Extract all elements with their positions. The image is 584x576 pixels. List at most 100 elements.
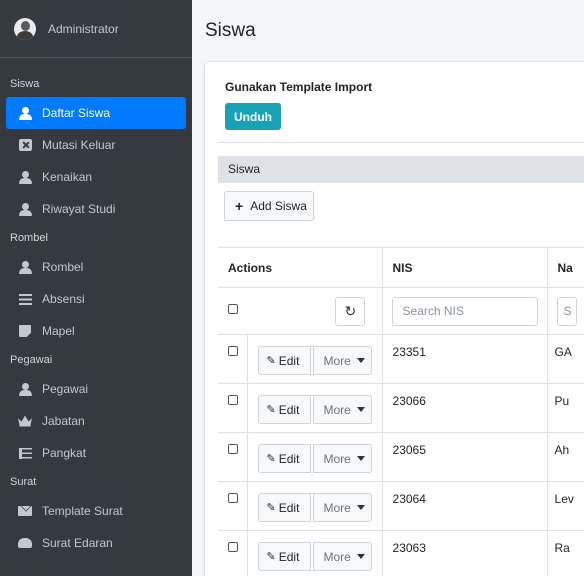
add-siswa-label: Add Siswa	[250, 199, 307, 213]
more-dropdown-button[interactable]: More	[312, 346, 372, 375]
edit-button[interactable]: ✎ Edit	[257, 395, 311, 424]
edit-button[interactable]: ✎ Edit	[257, 444, 311, 473]
user-icon	[18, 382, 32, 396]
sidebar-item-jabatan[interactable]: Jabatan	[6, 405, 186, 437]
search-nis-input[interactable]	[391, 296, 538, 326]
sidebar-item-pangkat[interactable]: Pangkat	[6, 437, 186, 469]
pencil-icon: ✎	[266, 453, 276, 465]
row-select-cell	[218, 383, 248, 433]
note-icon	[18, 324, 32, 338]
edit-label: Edit	[278, 549, 300, 564]
more-label: More	[323, 353, 351, 368]
sidebar-item-label: Absensi	[42, 292, 85, 306]
add-siswa-button[interactable]: + Add Siswa	[224, 191, 314, 221]
edit-label: Edit	[278, 451, 300, 466]
row-checkbox[interactable]	[228, 542, 238, 552]
more-label: More	[323, 500, 351, 515]
import-title: Gunakan Template Import	[225, 80, 373, 94]
cell-nama: Ah	[546, 432, 584, 482]
sidebar-item-daftar-siswa[interactable]: Daftar Siswa	[6, 97, 186, 129]
sidebar-item-rombel[interactable]: Rombel	[6, 251, 186, 283]
user-icon	[18, 202, 32, 216]
refresh-button[interactable]: ↻	[335, 296, 366, 326]
caret-down-icon	[356, 554, 365, 559]
sidebar-item-label: Surat Edaran	[42, 536, 113, 550]
more-label: More	[323, 402, 351, 417]
cell-nis: 23351	[381, 334, 548, 384]
filter-row: ↻	[218, 287, 584, 335]
column-header-actions: Actions	[218, 247, 383, 288]
sidebar-item-label: Kenaikan	[42, 170, 93, 184]
pencil-icon: ✎	[266, 355, 276, 367]
crown-icon	[18, 414, 32, 428]
row-select-cell	[218, 530, 248, 576]
sidebar-item-label: Pangkat	[42, 446, 87, 460]
user-icon	[18, 260, 32, 274]
more-label: More	[323, 549, 351, 564]
edit-label: Edit	[278, 353, 300, 368]
filter-nis-cell	[381, 287, 548, 335]
cell-nis: 23064	[381, 481, 548, 531]
filter-nama-cell	[546, 287, 584, 335]
table-row: ✎ Edit More 23065 Ah	[218, 432, 584, 482]
sidebar-item-label: Rombel	[42, 260, 84, 274]
cell-nis: 23066	[381, 383, 548, 433]
more-dropdown-button[interactable]: More	[312, 444, 372, 473]
row-checkbox[interactable]	[228, 444, 238, 454]
sidebar-item-mutasi-keluar[interactable]: Mutasi Keluar	[6, 129, 186, 161]
row-checkbox[interactable]	[228, 493, 238, 503]
avatar[interactable]	[14, 17, 36, 40]
row-select-cell	[218, 432, 248, 482]
more-dropdown-button[interactable]: More	[312, 395, 372, 424]
row-select-cell	[218, 481, 248, 531]
unduh-button[interactable]: Unduh	[225, 103, 281, 130]
more-label: More	[323, 451, 351, 466]
row-actions-cell: ✎ Edit More	[246, 432, 383, 482]
row-actions-cell: ✎ Edit More	[246, 530, 383, 576]
page-title: Siswa	[205, 20, 256, 41]
pencil-icon: ✎	[266, 551, 276, 563]
user-panel[interactable]: Administrator	[0, 0, 192, 58]
caret-down-icon	[356, 505, 365, 510]
cell-nama: Lev	[546, 481, 584, 531]
sidebar-item-absensi[interactable]: Absensi	[6, 283, 186, 315]
row-actions-cell: ✎ Edit More	[246, 481, 383, 531]
filter-actions-cell: ↻	[218, 287, 383, 335]
sidebar-item-label: Riwayat Studi	[42, 202, 116, 216]
user-name[interactable]: Administrator	[48, 22, 119, 36]
sidebar: Administrator Siswa Daftar Siswa Mutasi …	[0, 0, 192, 576]
divider	[218, 142, 584, 143]
sidebar-item-riwayat-studi[interactable]: Riwayat Studi	[6, 193, 186, 225]
tasks-icon	[18, 446, 32, 460]
sidebar-item-template-surat[interactable]: Template Surat	[6, 495, 186, 527]
edit-label: Edit	[278, 500, 300, 515]
column-header-nama[interactable]: Na	[546, 247, 584, 288]
row-checkbox[interactable]	[228, 346, 238, 356]
search-nama-input[interactable]	[556, 296, 577, 326]
edit-button[interactable]: ✎ Edit	[257, 493, 311, 522]
cloud-icon	[18, 536, 32, 550]
sidebar-item-pegawai[interactable]: Pegawai	[6, 373, 186, 405]
nav-header-pegawai: Pegawai	[10, 354, 53, 366]
edit-button[interactable]: ✎ Edit	[257, 346, 311, 375]
edit-button[interactable]: ✎ Edit	[257, 542, 311, 571]
list-icon	[18, 292, 32, 306]
column-header-nis[interactable]: NIS	[381, 247, 548, 288]
select-all-checkbox[interactable]	[228, 304, 238, 315]
sidebar-item-kenaikan[interactable]: Kenaikan	[6, 161, 186, 193]
table-row: ✎ Edit More 23066 Pu	[218, 383, 584, 433]
row-select-cell	[218, 334, 248, 384]
more-dropdown-button[interactable]: More	[312, 493, 372, 522]
table-row: ✎ Edit More 23063 Ra	[218, 530, 584, 576]
table-row: ✎ Edit More 23064 Lev	[218, 481, 584, 531]
cell-nama: Pu	[546, 383, 584, 433]
nav-header-siswa: Siswa	[10, 78, 40, 90]
more-dropdown-button[interactable]: More	[312, 542, 372, 571]
table-row: ✎ Edit More 23351 GA	[218, 334, 584, 384]
sidebar-item-label: Mutasi Keluar	[42, 138, 116, 152]
sidebar-item-mapel[interactable]: Mapel	[6, 315, 186, 347]
caret-down-icon	[356, 456, 365, 461]
row-checkbox[interactable]	[228, 395, 238, 405]
sidebar-item-surat-edaran[interactable]: Surat Edaran	[6, 527, 186, 559]
siswa-table: Actions NIS Na ↻ ✎EditMore23351GA✎EditMo…	[218, 247, 584, 576]
